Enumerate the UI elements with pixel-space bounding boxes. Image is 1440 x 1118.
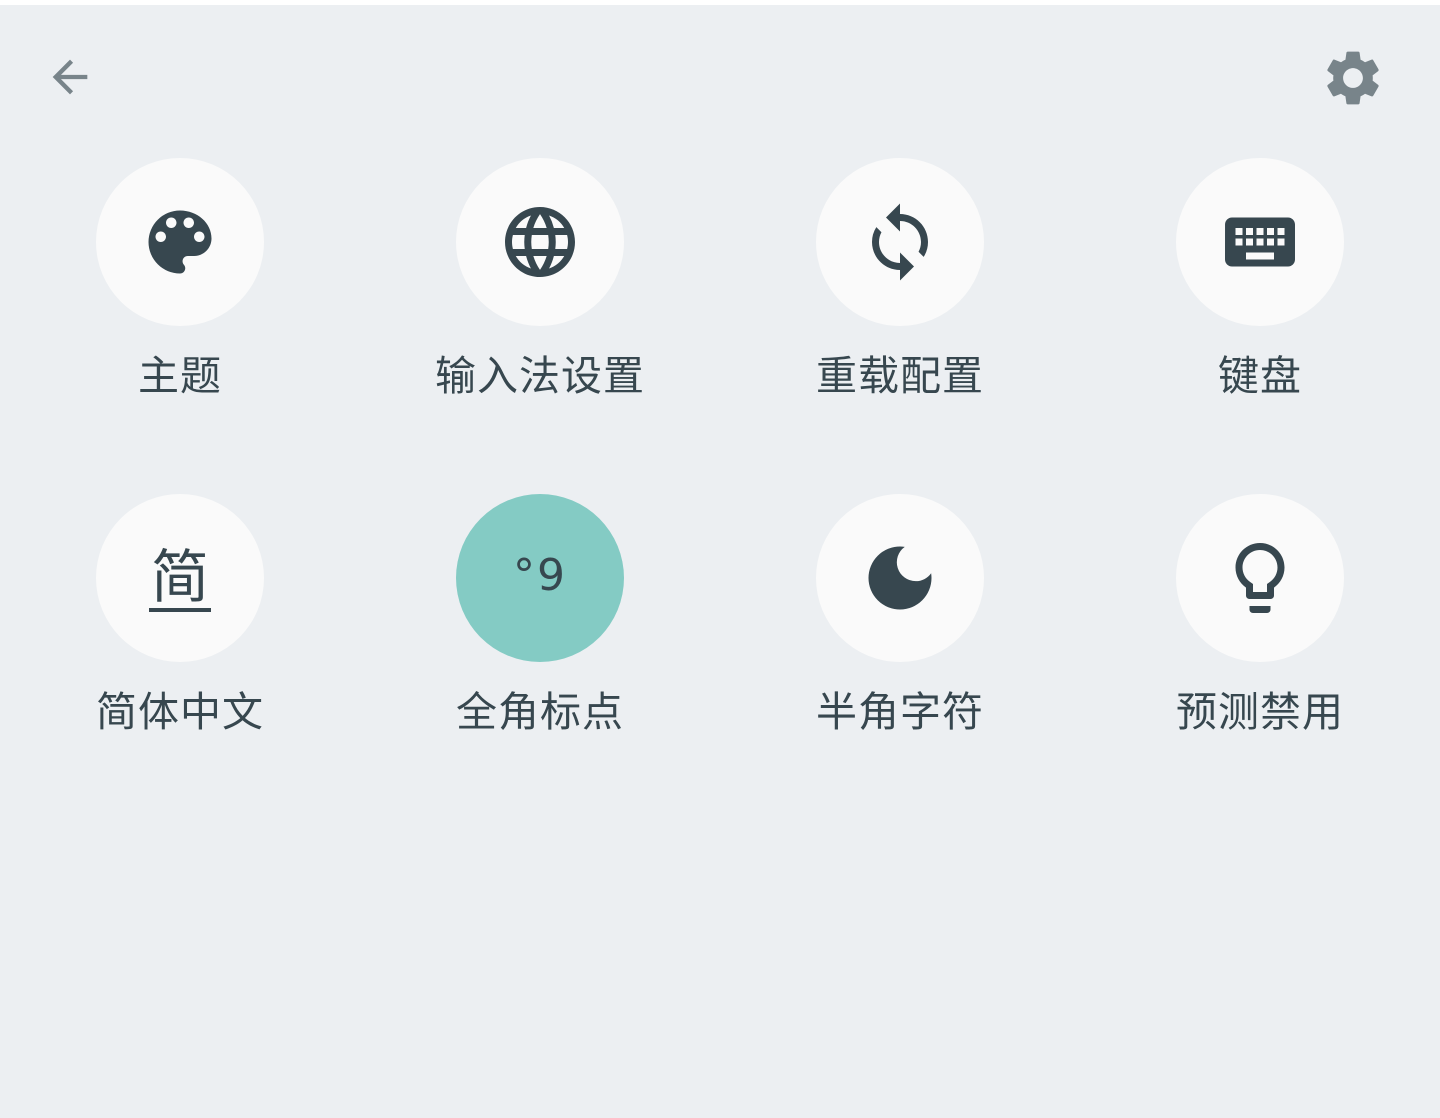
simplified-chinese-icon: 简 [148, 543, 211, 612]
full-width-punctuation-icon: °9 [513, 549, 567, 601]
theme-label: 主题 [138, 352, 222, 400]
reload-config-label: 重载配置 [816, 352, 984, 400]
input-method-settings-tile[interactable]: 输入法设置 [360, 158, 720, 458]
globe-icon [505, 207, 575, 277]
full-width-punctuation-button[interactable]: °9 [456, 494, 624, 662]
lightbulb-icon [1235, 543, 1285, 613]
full-width-punctuation-label: 全角标点 [456, 688, 624, 736]
simplified-chinese-tile[interactable]: 简 简体中文 [0, 494, 360, 794]
input-method-settings-label: 输入法设置 [435, 352, 645, 400]
prediction-disabled-button[interactable] [1176, 494, 1344, 662]
gear-icon [1327, 51, 1379, 105]
input-method-settings-button[interactable] [456, 158, 624, 326]
keyboard-tile[interactable]: 键盘 [1080, 158, 1440, 458]
simplified-chinese-label: 简体中文 [96, 688, 264, 736]
sync-icon [872, 203, 928, 281]
quick-settings-panel: 主题 输入法设置 重载配置 键盘 简 简体中文 °9 全角标点 半角字符 预测禁… [0, 5, 1440, 1118]
keyboard-button[interactable] [1176, 158, 1344, 326]
settings-button[interactable] [1318, 43, 1388, 113]
keyboard-label: 键盘 [1218, 352, 1302, 400]
reload-config-button[interactable] [816, 158, 984, 326]
prediction-disabled-label: 预测禁用 [1176, 688, 1344, 736]
palette-icon [148, 210, 212, 274]
arrow-back-icon [52, 59, 88, 95]
prediction-disabled-tile[interactable]: 预测禁用 [1080, 494, 1440, 794]
simplified-chinese-button[interactable]: 简 [96, 494, 264, 662]
theme-tile[interactable]: 主题 [0, 158, 360, 458]
half-width-chars-button[interactable] [816, 494, 984, 662]
back-button[interactable] [38, 45, 102, 109]
top-bar [0, 5, 1440, 145]
moon-icon [868, 546, 932, 610]
half-width-chars-tile[interactable]: 半角字符 [720, 494, 1080, 794]
full-width-punctuation-tile[interactable]: °9 全角标点 [360, 494, 720, 794]
reload-config-tile[interactable]: 重载配置 [720, 158, 1080, 458]
theme-button[interactable] [96, 158, 264, 326]
half-width-chars-label: 半角字符 [816, 688, 984, 736]
keyboard-icon [1225, 217, 1295, 267]
